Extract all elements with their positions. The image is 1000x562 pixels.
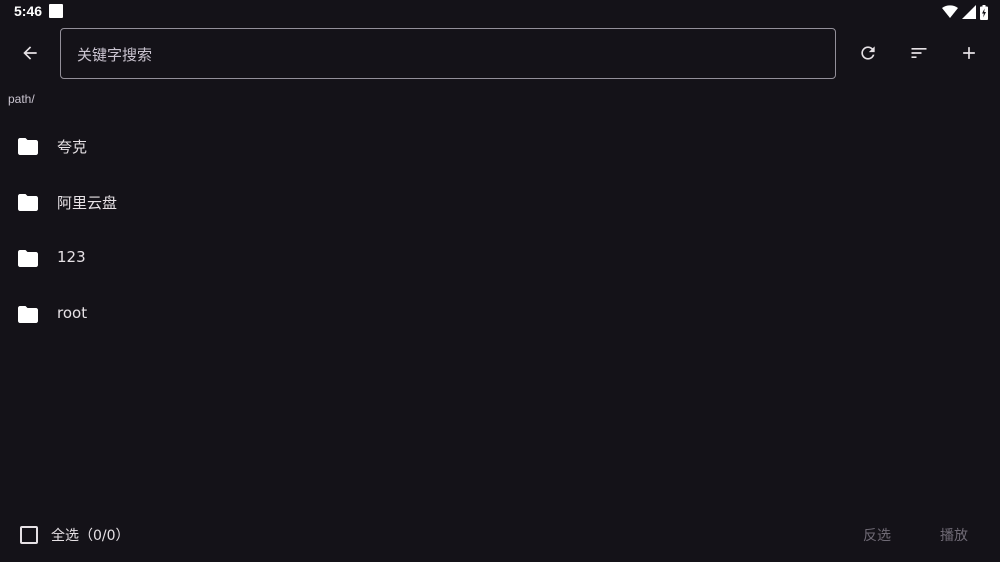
search-box (60, 28, 836, 80)
list-item[interactable]: 阿里云盘 (0, 174, 1000, 230)
wifi-icon (942, 5, 958, 18)
list-item-label: 123 (57, 248, 86, 266)
bottom-action-bar: 全选（0/0） 反选 播放 (0, 516, 1000, 556)
list-item[interactable]: 夸克 (0, 118, 1000, 174)
list-item-label: 阿里云盘 (57, 194, 118, 212)
list-item[interactable]: 123 (0, 230, 1000, 286)
list-item-label: 夸克 (57, 138, 88, 156)
folder-icon (18, 194, 38, 211)
file-list: 夸克 阿里云盘 123 root (0, 118, 1000, 342)
back-button[interactable] (10, 33, 50, 73)
refresh-icon (861, 46, 875, 60)
arrow-back-icon (23, 46, 37, 60)
list-item-label: root (57, 304, 88, 322)
sort-icon (911, 48, 927, 58)
battery-charging-icon (980, 4, 988, 20)
refresh-button[interactable] (848, 33, 888, 73)
notification-square-icon (49, 4, 63, 18)
folder-icon (18, 250, 38, 267)
folder-icon (18, 306, 38, 323)
status-icons (942, 4, 988, 20)
add-icon (963, 47, 975, 59)
current-path: path/ (8, 92, 35, 106)
sort-button[interactable] (899, 33, 939, 73)
file-browser-screen: 5:46 关键字搜索 path/ 夸克 阿里云盘 123 root 全选（0/0… (0, 0, 1000, 562)
invert-selection-button[interactable]: 反选 (863, 525, 891, 545)
signal-icon (962, 5, 976, 19)
select-all-label: 全选（0/0） (51, 528, 130, 544)
status-time: 5:46 (14, 3, 43, 19)
play-button[interactable]: 播放 (940, 525, 968, 545)
list-item[interactable]: root (0, 286, 1000, 342)
folder-icon (18, 138, 38, 155)
select-all-toggle[interactable]: 全选（0/0） (20, 524, 130, 546)
add-button[interactable] (949, 33, 989, 73)
status-bar: 5:46 (0, 0, 1000, 24)
search-input[interactable] (75, 29, 819, 80)
select-all-checkbox[interactable] (20, 526, 38, 544)
